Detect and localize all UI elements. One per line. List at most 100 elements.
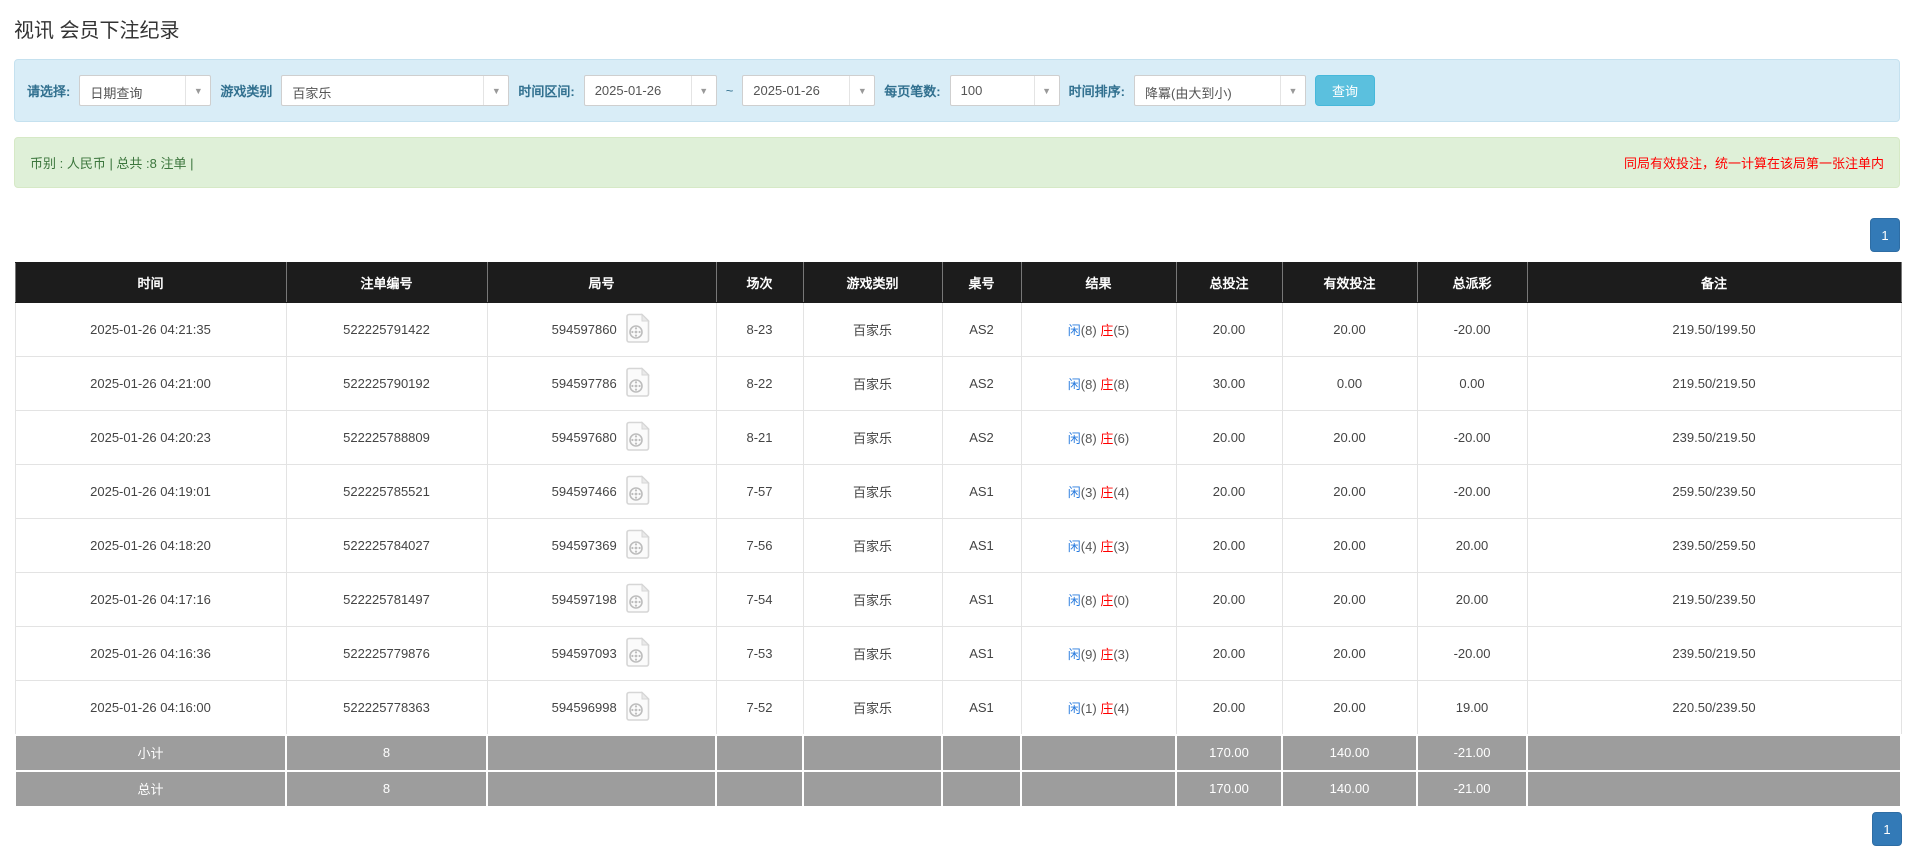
notice-text: 同局有效投注，统一计算在该局第一张注单内 bbox=[1624, 153, 1884, 172]
table-header-row: 时间 注单编号 局号 场次 游戏类别 桌号 结果 总投注 有效投注 总派彩 备注 bbox=[15, 263, 1901, 303]
cell-table-no: AS2 bbox=[942, 357, 1021, 411]
cell-game-type: 百家乐 bbox=[803, 303, 942, 357]
page-1-button-bottom[interactable]: 1 bbox=[1872, 812, 1902, 846]
col-time: 时间 bbox=[15, 263, 286, 303]
cell-bet-id: 522225779876 bbox=[286, 627, 487, 681]
total-valid-bet: 140.00 bbox=[1282, 771, 1417, 807]
cell-round-id: 594597369 bbox=[487, 519, 716, 573]
video-record-icon[interactable] bbox=[625, 529, 651, 562]
cell-total-bet[interactable]: 30.00 bbox=[1176, 357, 1282, 411]
cell-valid-bet: 20.00 bbox=[1282, 303, 1417, 357]
result-banker-label: 庄 bbox=[1100, 431, 1113, 446]
query-button[interactable]: 查询 bbox=[1315, 75, 1375, 106]
cell-payout: 0.00 bbox=[1417, 357, 1527, 411]
cell-payout: 20.00 bbox=[1417, 519, 1527, 573]
cell-valid-bet: 20.00 bbox=[1282, 681, 1417, 735]
sort-label: 时间排序: bbox=[1069, 81, 1125, 100]
cell-total-bet[interactable]: 20.00 bbox=[1176, 411, 1282, 465]
chevron-down-icon: ▼ bbox=[849, 76, 874, 105]
result-player-value: (8) bbox=[1081, 593, 1097, 608]
cell-time: 2025-01-26 04:18:20 bbox=[15, 519, 286, 573]
page-size-value: 100 bbox=[951, 76, 1034, 105]
date-to-select[interactable]: 2025-01-26 ▼ bbox=[742, 75, 875, 106]
cell-table-no: AS1 bbox=[942, 627, 1021, 681]
cell-table-no: AS1 bbox=[942, 465, 1021, 519]
cell-session: 7-56 bbox=[716, 519, 803, 573]
col-remark: 备注 bbox=[1527, 263, 1901, 303]
result-player-label: 闲 bbox=[1068, 539, 1081, 554]
chevron-down-icon: ▼ bbox=[1280, 76, 1305, 105]
cell-total-bet[interactable]: 20.00 bbox=[1176, 681, 1282, 735]
cell-valid-bet: 20.00 bbox=[1282, 465, 1417, 519]
cell-valid-bet: 20.00 bbox=[1282, 627, 1417, 681]
cell-table-no: AS1 bbox=[942, 681, 1021, 735]
cell-payout: -20.00 bbox=[1417, 411, 1527, 465]
summary-bar: 币别 : 人民币 | 总共 :8 注单 | 同局有效投注，统一计算在该局第一张注… bbox=[14, 137, 1900, 188]
round-id: 594597198 bbox=[552, 592, 617, 607]
round-id: 594597786 bbox=[552, 376, 617, 391]
cell-table-no: AS1 bbox=[942, 519, 1021, 573]
pagination-top: 1 bbox=[14, 218, 1900, 252]
result-banker-value: (0) bbox=[1113, 593, 1129, 608]
chevron-down-icon: ▼ bbox=[185, 76, 210, 105]
cell-payout: -20.00 bbox=[1417, 465, 1527, 519]
cell-table-no: AS1 bbox=[942, 573, 1021, 627]
game-type-value: 百家乐 bbox=[282, 76, 483, 105]
video-record-icon[interactable] bbox=[625, 475, 651, 508]
round-id: 594597369 bbox=[552, 538, 617, 553]
cell-round-id: 594597093 bbox=[487, 627, 716, 681]
video-record-icon[interactable] bbox=[625, 313, 651, 346]
cell-session: 8-21 bbox=[716, 411, 803, 465]
page-1-button[interactable]: 1 bbox=[1870, 218, 1900, 252]
result-player-value: (9) bbox=[1081, 647, 1097, 662]
subtotal-label: 小计 bbox=[15, 735, 286, 771]
cell-valid-bet: 20.00 bbox=[1282, 411, 1417, 465]
cell-round-id: 594597860 bbox=[487, 303, 716, 357]
page-container: 视讯 会员下注纪录 请选择: 日期查询 ▼ 游戏类别 百家乐 ▼ 时间区间: 2… bbox=[0, 0, 1914, 808]
result-banker-value: (8) bbox=[1113, 377, 1129, 392]
cell-table-no: AS2 bbox=[942, 411, 1021, 465]
cell-total-bet[interactable]: 20.00 bbox=[1176, 465, 1282, 519]
cell-remark: 239.50/219.50 bbox=[1527, 627, 1901, 681]
page-size-label: 每页笔数: bbox=[884, 81, 940, 100]
cell-bet-id: 522225788809 bbox=[286, 411, 487, 465]
video-record-icon[interactable] bbox=[625, 367, 651, 400]
col-result: 结果 bbox=[1021, 263, 1176, 303]
cell-payout: 19.00 bbox=[1417, 681, 1527, 735]
cell-total-bet[interactable]: 20.00 bbox=[1176, 573, 1282, 627]
date-from-select[interactable]: 2025-01-26 ▼ bbox=[584, 75, 717, 106]
result-banker-label: 庄 bbox=[1100, 323, 1113, 338]
video-record-icon[interactable] bbox=[625, 421, 651, 454]
cell-total-bet[interactable]: 20.00 bbox=[1176, 303, 1282, 357]
col-payout: 总派彩 bbox=[1417, 263, 1527, 303]
cell-time: 2025-01-26 04:19:01 bbox=[15, 465, 286, 519]
chevron-down-icon: ▼ bbox=[691, 76, 716, 105]
result-player-value: (1) bbox=[1081, 701, 1097, 716]
result-banker-label: 庄 bbox=[1100, 539, 1113, 554]
cell-game-type: 百家乐 bbox=[803, 627, 942, 681]
cell-payout: -20.00 bbox=[1417, 627, 1527, 681]
cell-session: 8-22 bbox=[716, 357, 803, 411]
result-banker-value: (5) bbox=[1113, 323, 1129, 338]
game-type-select[interactable]: 百家乐 ▼ bbox=[281, 75, 509, 106]
cell-total-bet[interactable]: 20.00 bbox=[1176, 627, 1282, 681]
result-player-value: (3) bbox=[1081, 485, 1097, 500]
result-banker-label: 庄 bbox=[1100, 647, 1113, 662]
col-bet-id: 注单编号 bbox=[286, 263, 487, 303]
result-banker-label: 庄 bbox=[1100, 593, 1113, 608]
time-range-label: 时间区间: bbox=[518, 81, 574, 100]
cell-bet-id: 522225790192 bbox=[286, 357, 487, 411]
sort-select[interactable]: 降冪(由大到小) ▼ bbox=[1134, 75, 1306, 106]
video-record-icon[interactable] bbox=[625, 637, 651, 670]
page-size-select[interactable]: 100 ▼ bbox=[950, 75, 1060, 106]
query-type-select[interactable]: 日期查询 ▼ bbox=[79, 75, 211, 106]
pagination-bottom: 1 bbox=[1872, 812, 1902, 846]
video-record-icon[interactable] bbox=[625, 691, 651, 724]
cell-total-bet[interactable]: 20.00 bbox=[1176, 519, 1282, 573]
video-record-icon[interactable] bbox=[625, 583, 651, 616]
cell-session: 7-54 bbox=[716, 573, 803, 627]
cell-result: 闲(8) 庄(5) bbox=[1021, 303, 1176, 357]
cell-bet-id: 522225791422 bbox=[286, 303, 487, 357]
currency-summary: 币别 : 人民币 | 总共 :8 注单 | bbox=[30, 153, 194, 172]
total-label: 总计 bbox=[15, 771, 286, 807]
